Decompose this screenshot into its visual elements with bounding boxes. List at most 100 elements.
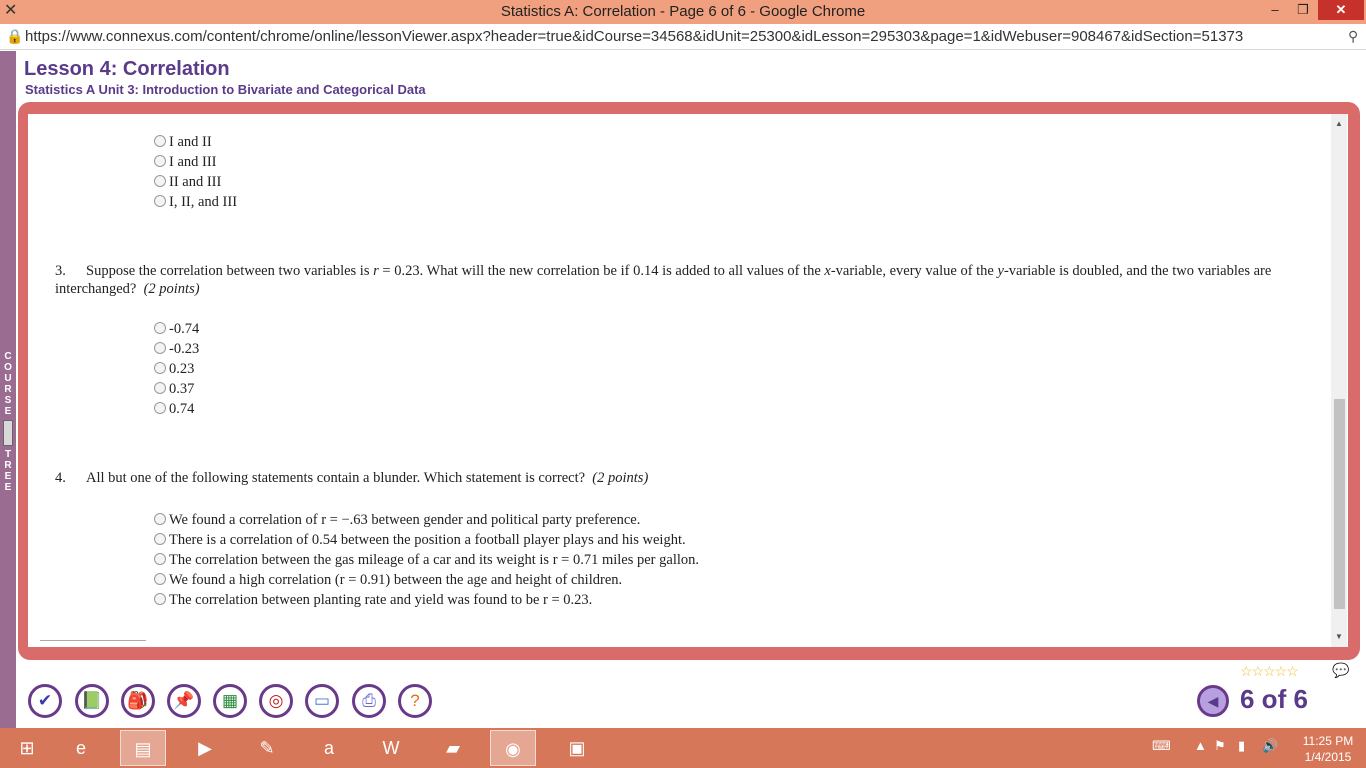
radio-button[interactable] bbox=[154, 402, 166, 414]
course-tree-letter: R bbox=[4, 384, 12, 395]
target-tool-icon[interactable]: ◎ bbox=[259, 684, 293, 718]
window-title: Statistics A: Correlation - Page 6 of 6 … bbox=[500, 3, 866, 20]
clock-date: 1/4/2015 bbox=[1304, 750, 1352, 764]
radio-button[interactable] bbox=[154, 362, 166, 374]
chrome-icon[interactable]: ◉ bbox=[490, 730, 536, 766]
file-explorer-icon[interactable]: ▤ bbox=[120, 730, 166, 766]
store-icon[interactable]: ▣ bbox=[554, 730, 600, 766]
book-tool-icon[interactable]: 📗 bbox=[75, 684, 109, 718]
question3-option[interactable]: -0.23 bbox=[154, 339, 199, 359]
radio-button[interactable] bbox=[154, 322, 166, 334]
scrollbar-thumb[interactable] bbox=[1334, 399, 1345, 609]
radio-button[interactable] bbox=[154, 533, 166, 545]
show-hidden-icons-icon[interactable]: ▲ bbox=[1194, 738, 1207, 753]
course-tree-letter: E bbox=[4, 482, 12, 493]
option-label: I and III bbox=[169, 154, 217, 170]
close-button[interactable]: ✕ bbox=[1318, 0, 1364, 20]
option-label: -0.23 bbox=[169, 341, 200, 357]
question3-option[interactable]: 0.37 bbox=[154, 379, 199, 399]
option-label: 0.23 bbox=[169, 361, 195, 377]
system-clock[interactable]: 11:25 PM 1/4/2015 bbox=[1296, 733, 1360, 765]
question4-points: (2 points) bbox=[592, 470, 649, 486]
paint-app-icon[interactable]: ✎ bbox=[244, 730, 290, 766]
word-icon[interactable]: W bbox=[368, 730, 414, 766]
scrollbar[interactable]: ▲ ▼ bbox=[1331, 114, 1347, 647]
question3-text: 3. Suppose the correlation between two va… bbox=[55, 262, 1295, 298]
media-app-icon[interactable]: ▶ bbox=[182, 730, 228, 766]
calculator-tool-icon[interactable]: ▦ bbox=[213, 684, 247, 718]
amazon-icon[interactable]: a bbox=[306, 730, 352, 766]
scroll-down-arrow-icon[interactable]: ▼ bbox=[1331, 629, 1347, 645]
question3-option[interactable]: 0.23 bbox=[154, 359, 199, 379]
backpack-tool-icon[interactable]: 🎒 bbox=[121, 684, 155, 718]
maximize-button[interactable]: ❐ bbox=[1290, 0, 1316, 20]
start-button-windows-icon[interactable]: ⊞ bbox=[4, 730, 50, 766]
scroll-up-arrow-icon[interactable]: ▲ bbox=[1331, 116, 1347, 132]
option-label: The correlation between the gas mileage … bbox=[169, 552, 700, 568]
flag-icon[interactable]: ⚑ bbox=[1214, 738, 1226, 754]
question4-option[interactable]: The correlation between the gas mileage … bbox=[154, 550, 699, 570]
option-label: We found a correlation of r = −.63 betwe… bbox=[169, 512, 641, 528]
internet-explorer-icon[interactable]: e bbox=[58, 730, 104, 766]
radio-button[interactable] bbox=[154, 195, 166, 207]
course-tree-letter: O bbox=[4, 362, 12, 373]
course-tree-letter: T bbox=[4, 449, 12, 460]
question4-option[interactable]: We found a correlation of r = −.63 betwe… bbox=[154, 510, 699, 530]
option-label: There is a correlation of 0.54 between t… bbox=[169, 532, 686, 548]
question4-option[interactable]: The correlation between planting rate an… bbox=[154, 590, 699, 610]
printer-tool-icon[interactable]: ⎙ bbox=[352, 684, 386, 718]
question2-options: I and II I and III II and III I, II, and… bbox=[154, 132, 237, 212]
radio-button[interactable] bbox=[154, 175, 166, 187]
page-indicator: 6 of 6 bbox=[1240, 684, 1308, 714]
radio-button[interactable] bbox=[154, 342, 166, 354]
previous-page-button[interactable]: ◀ bbox=[1197, 685, 1229, 717]
help-tool-icon[interactable]: ? bbox=[398, 684, 432, 718]
radio-button[interactable] bbox=[154, 593, 166, 605]
question2-option[interactable]: I and III bbox=[154, 152, 237, 172]
course-tree-letter: E bbox=[4, 406, 12, 417]
network-icon[interactable]: ▮ bbox=[1238, 738, 1245, 754]
checkmark-tool-icon[interactable]: ✔ bbox=[28, 684, 62, 718]
option-label: II and III bbox=[169, 174, 222, 190]
lock-icon: 🔒 bbox=[6, 28, 24, 44]
sticky-notes-icon[interactable]: ▰ bbox=[430, 730, 476, 766]
radio-button[interactable] bbox=[154, 573, 166, 585]
option-label: The correlation between planting rate an… bbox=[169, 592, 593, 608]
radio-button[interactable] bbox=[154, 382, 166, 394]
course-tree-tab[interactable]: COURSE TREE bbox=[1, 351, 15, 493]
option-label: 0.74 bbox=[169, 401, 195, 417]
option-label: -0.74 bbox=[169, 321, 200, 337]
question3-option[interactable]: -0.74 bbox=[154, 319, 199, 339]
question4-body: All but one of the following statements … bbox=[86, 470, 586, 486]
question3-points: (2 points) bbox=[143, 281, 200, 297]
course-tree-letter: E bbox=[4, 471, 12, 482]
question3-option[interactable]: 0.74 bbox=[154, 399, 199, 419]
question3-options: -0.74 -0.23 0.23 0.37 0.74 bbox=[154, 319, 199, 419]
question4-option[interactable]: There is a correlation of 0.54 between t… bbox=[154, 530, 699, 550]
course-tree-letter: U bbox=[4, 373, 12, 384]
course-tree-strip[interactable]: COURSE TREE bbox=[0, 51, 16, 728]
taskbar: ⊞ e ▤ ▶ ✎ a W ▰ ◉ ▣ ⌨ ▲ ⚑ ▮ 🔊 11:25 PM 1… bbox=[0, 728, 1366, 768]
address-bar: 🔒 https://www.connexus.com/content/chrom… bbox=[0, 24, 1366, 50]
radio-button[interactable] bbox=[154, 135, 166, 147]
radio-button[interactable] bbox=[154, 553, 166, 565]
comment-icon[interactable]: 💬 bbox=[1332, 662, 1349, 679]
question4-text: 4. All but one of the following statement… bbox=[55, 469, 1295, 487]
keyboard-icon[interactable]: ⌨ bbox=[1152, 738, 1171, 754]
radio-button[interactable] bbox=[154, 513, 166, 525]
rating-stars[interactable]: ☆☆☆☆☆ bbox=[1240, 663, 1299, 680]
url-field[interactable]: https://www.connexus.com/content/chrome/… bbox=[25, 28, 1341, 45]
radio-button[interactable] bbox=[154, 155, 166, 167]
question4-options: We found a correlation of r = −.63 betwe… bbox=[154, 510, 699, 610]
question-text-part: Suppose the correlation between two vari… bbox=[86, 263, 374, 279]
pushpin-tool-icon[interactable]: 📌 bbox=[167, 684, 201, 718]
pin-icon[interactable]: ⚲ bbox=[1348, 28, 1358, 45]
minimize-button[interactable]: – bbox=[1262, 0, 1288, 20]
question4-option[interactable]: We found a high correlation (r = 0.91) b… bbox=[154, 570, 699, 590]
question2-option[interactable]: I, II, and III bbox=[154, 192, 237, 212]
monitor-tool-icon[interactable]: ▭ bbox=[305, 684, 339, 718]
course-tree-handle[interactable] bbox=[3, 420, 13, 446]
question2-option[interactable]: II and III bbox=[154, 172, 237, 192]
question2-option[interactable]: I and II bbox=[154, 132, 237, 152]
volume-icon[interactable]: 🔊 bbox=[1262, 738, 1278, 754]
